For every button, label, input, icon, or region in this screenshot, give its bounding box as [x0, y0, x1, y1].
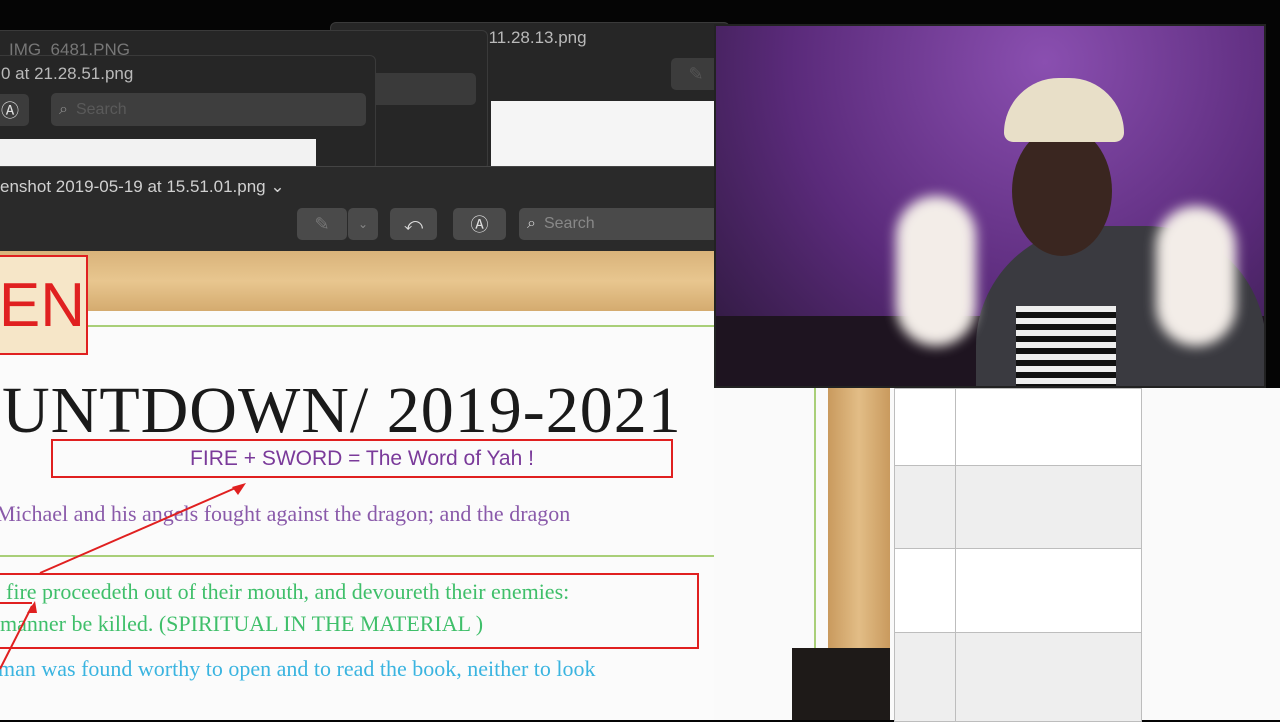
toolbar-field — [371, 73, 476, 105]
rotate-button[interactable]: ⤺ — [390, 208, 437, 240]
annotation-arrows — [0, 483, 246, 670]
preview-window-back3[interactable]: 0 at 21.28.51.png Ⓐ ⌕ Search — [0, 55, 376, 171]
pen-button[interactable]: ✎ — [297, 208, 347, 240]
search-input[interactable]: ⌕ Search — [51, 93, 366, 126]
chevron-down-icon: ⌄ — [357, 217, 369, 231]
markup-icon: Ⓐ — [470, 215, 489, 235]
document-area — [491, 101, 721, 173]
dark-block — [792, 648, 890, 720]
markup-button[interactable]: Ⓐ — [0, 94, 29, 126]
table-cell — [894, 465, 956, 549]
hand — [896, 196, 976, 346]
main-window-toolbar: enshot 2019-05-19 at 15.51.01.png ⌄ ✎ ⌄ … — [0, 166, 719, 251]
document-page: EN UNTDOWN/ 2019-2021 FIRE + SWORD = The… — [0, 251, 714, 720]
window-title[interactable]: enshot 2019-05-19 at 15.51.01.png ⌄ — [0, 177, 285, 197]
arrow-line — [0, 605, 33, 670]
search-icon: ⌕ — [59, 100, 68, 118]
hand — [1156, 206, 1236, 346]
shirt-stripes — [1016, 306, 1116, 386]
search-icon: ⌕ — [527, 215, 536, 232]
search-input[interactable]: ⌕ Search — [519, 208, 719, 240]
table-cell — [955, 632, 1142, 722]
rotate-icon: ⤺ — [403, 213, 424, 234]
pen-icon: ✎ — [314, 213, 330, 234]
pen-options-button[interactable]: ⌄ — [348, 208, 378, 240]
table-cell — [894, 388, 956, 466]
cap — [1004, 78, 1124, 142]
chevron-down-icon: ⌄ — [270, 177, 285, 196]
table-cell — [955, 465, 1142, 549]
person-face — [1012, 126, 1112, 256]
table-cell — [955, 548, 1142, 633]
pen-icon: ✎ — [688, 63, 704, 84]
table-cell — [894, 632, 956, 722]
arrow-line — [39, 485, 241, 574]
window-title: 0 at 21.28.51.png — [1, 64, 134, 83]
table-cell — [955, 388, 1142, 466]
arrowhead — [232, 483, 246, 495]
markup-icon: Ⓐ — [1, 101, 19, 121]
markup-button[interactable]: Ⓐ — [453, 208, 506, 240]
divider — [814, 388, 816, 648]
right-document — [714, 388, 1280, 722]
table-cell — [894, 548, 956, 633]
webcam-overlay — [714, 24, 1266, 388]
